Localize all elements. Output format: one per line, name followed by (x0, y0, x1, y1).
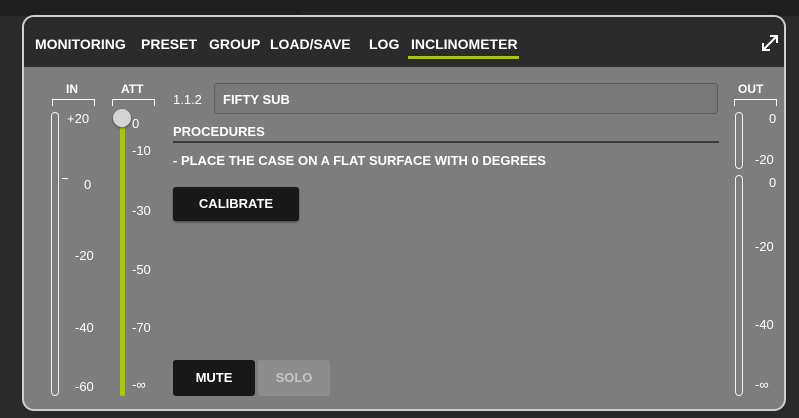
procedures-title: PROCEDURES (173, 124, 265, 139)
calibrate-button[interactable]: CALIBRATE (173, 187, 299, 221)
in-scale-label: -60 (75, 379, 94, 394)
channel-id: 1.1.2 (173, 92, 202, 107)
att-scale-label: 0 (132, 116, 140, 131)
att-scale-label: -50 (132, 262, 151, 277)
in-scale-label: -20 (75, 248, 94, 263)
in-zero-tick (62, 178, 68, 180)
expand-icon[interactable] (760, 33, 780, 53)
out-scale-label: 0 (769, 175, 777, 190)
tab-preset[interactable]: PRESET (141, 36, 197, 52)
tab-log[interactable]: LOG (369, 36, 399, 52)
att-fader-track[interactable] (120, 124, 125, 396)
in-meter (51, 112, 59, 396)
out-meter-lower (735, 175, 743, 396)
channel-name-field[interactable]: FIFTY SUB (214, 83, 718, 114)
tab-load-save[interactable]: LOAD/SAVE (270, 36, 351, 52)
in-scale-label: +20 (67, 111, 90, 126)
out-scale-label: -20 (755, 152, 774, 167)
att-scale-label: -∞ (132, 377, 146, 392)
background-window-ghost (300, 2, 680, 13)
out-scale-label: -20 (755, 239, 774, 254)
out-scale-label: 0 (769, 111, 777, 126)
att-scale-label: -70 (132, 320, 151, 335)
in-scale-label: 0 (84, 177, 92, 192)
att-fader-handle[interactable] (113, 109, 131, 127)
solo-button[interactable]: SOLO (258, 360, 330, 396)
out-meter-label: OUT (738, 82, 764, 96)
out-meter-upper (735, 112, 743, 169)
out-scale-label: -40 (755, 317, 774, 332)
in-meter-bracket (52, 99, 95, 106)
tab-monitoring[interactable]: MONITORING (35, 36, 126, 52)
att-fader-label: ATT (121, 82, 144, 96)
procedures-divider (173, 141, 719, 143)
tab-inclinometer[interactable]: INCLINOMETER (411, 36, 518, 52)
out-meter-bracket (734, 99, 777, 106)
mute-button[interactable]: MUTE (173, 360, 255, 396)
tab-bar: MONITORING PRESET GROUP LOAD/SAVE LOG IN… (24, 17, 784, 67)
att-fader-bracket (112, 99, 155, 106)
in-meter-label: IN (66, 82, 78, 96)
procedure-instruction: - PLACE THE CASE ON A FLAT SURFACE WITH … (173, 153, 546, 168)
att-scale-label: -10 (132, 143, 151, 158)
active-tab-indicator (408, 56, 519, 59)
out-scale-label: -∞ (755, 377, 769, 392)
in-scale-label: -40 (75, 320, 94, 335)
inclinometer-dialog: MONITORING PRESET GROUP LOAD/SAVE LOG IN… (22, 15, 786, 411)
att-scale-label: -30 (132, 203, 151, 218)
tab-group[interactable]: GROUP (209, 36, 260, 52)
